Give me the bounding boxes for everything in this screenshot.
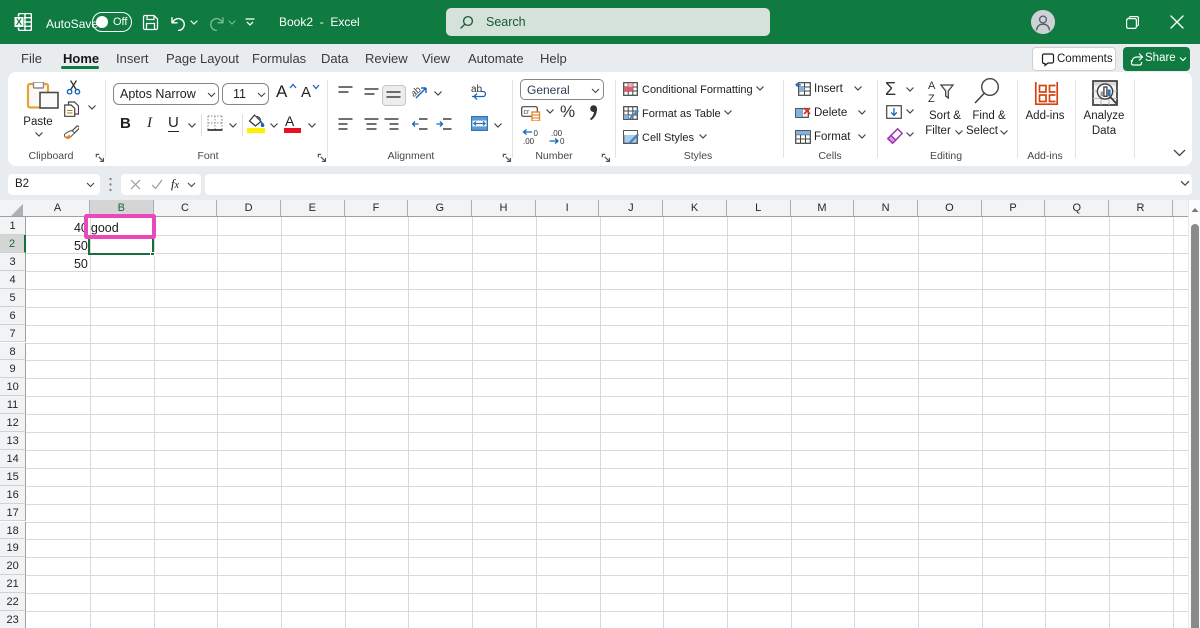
svg-text:0: 0 xyxy=(534,129,539,138)
svg-text:A: A xyxy=(928,80,936,92)
svg-text:0: 0 xyxy=(560,137,565,145)
svg-text:Z: Z xyxy=(928,93,935,105)
svg-text:.00: .00 xyxy=(523,137,535,145)
svg-text:cr: cr xyxy=(524,109,531,116)
svg-text:X: X xyxy=(16,17,22,27)
